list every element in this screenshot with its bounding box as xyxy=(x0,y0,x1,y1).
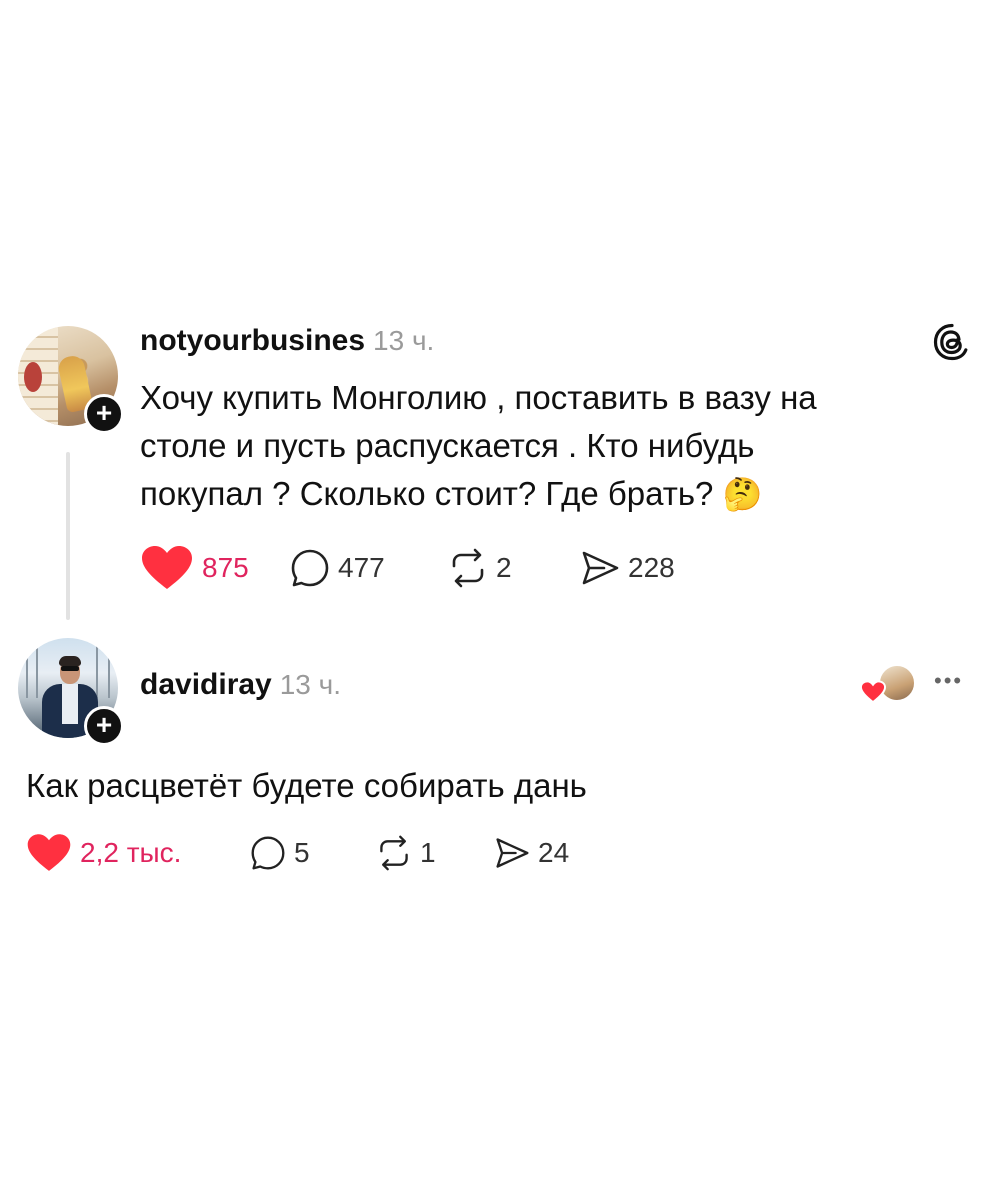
heart-icon xyxy=(860,680,886,704)
comment-icon xyxy=(251,836,285,870)
post-body: Хочу купить Монголию , поставить в вазу … xyxy=(140,374,900,518)
reply-header: davidiray 13 ч. xyxy=(140,668,341,702)
heart-icon xyxy=(27,834,71,871)
follow-plus-icon[interactable]: + xyxy=(84,394,124,434)
like-button[interactable]: 2,2 тыс. xyxy=(26,833,250,873)
like-button[interactable]: 875 xyxy=(140,545,290,591)
reply-username[interactable]: davidiray xyxy=(140,668,272,701)
reply-text: Как расцветёт будете собирать дань xyxy=(26,767,587,804)
heart-icon xyxy=(142,546,192,589)
repost-button[interactable]: 2 xyxy=(448,548,580,588)
share-button[interactable]: 228 xyxy=(580,548,675,588)
threads-logo-icon[interactable] xyxy=(932,322,972,362)
repost-button[interactable]: 1 xyxy=(376,835,494,871)
thinking-face-emoji: 🤔 xyxy=(722,476,763,512)
share-button[interactable]: 24 xyxy=(494,835,569,871)
more-icon[interactable]: ••• xyxy=(934,668,963,694)
share-count: 24 xyxy=(538,837,570,868)
share-icon xyxy=(582,551,619,585)
post-text-line-content: покупал ? Сколько стоит? Где брать? xyxy=(140,475,714,512)
liked-by-author-badge xyxy=(860,664,916,704)
follow-plus-icon[interactable]: + xyxy=(84,706,124,746)
reply-time: 13 ч. xyxy=(279,669,342,700)
post-actions: 875 477 2 228 xyxy=(140,545,675,591)
reply-actions: 2,2 тыс. 5 1 24 xyxy=(26,833,569,873)
comment-count: 5 xyxy=(294,837,310,868)
thread-connector-line xyxy=(66,452,70,620)
post-text-line: столе и пусть распускается . Кто нибудь xyxy=(140,427,755,464)
comment-count: 477 xyxy=(338,552,385,583)
comment-button[interactable]: 477 xyxy=(290,548,448,588)
share-icon xyxy=(496,838,529,868)
share-count: 228 xyxy=(628,552,675,583)
post-text-line: покупал ? Сколько стоит? Где брать? 🤔 xyxy=(140,470,900,518)
post-time: 13 ч. xyxy=(373,325,435,356)
comment-button[interactable]: 5 xyxy=(250,835,376,871)
post-username[interactable]: notyourbusines xyxy=(140,324,365,357)
like-count: 2,2 тыс. xyxy=(80,837,182,868)
repost-icon xyxy=(380,835,408,871)
post-text-line: Хочу купить Монголию , поставить в вазу … xyxy=(140,379,817,416)
like-count: 875 xyxy=(202,552,249,583)
comment-icon xyxy=(291,549,329,587)
repost-count: 2 xyxy=(496,552,512,583)
repost-icon xyxy=(452,548,484,588)
post-header: notyourbusines 13 ч. xyxy=(140,324,434,358)
repost-count: 1 xyxy=(420,837,436,868)
